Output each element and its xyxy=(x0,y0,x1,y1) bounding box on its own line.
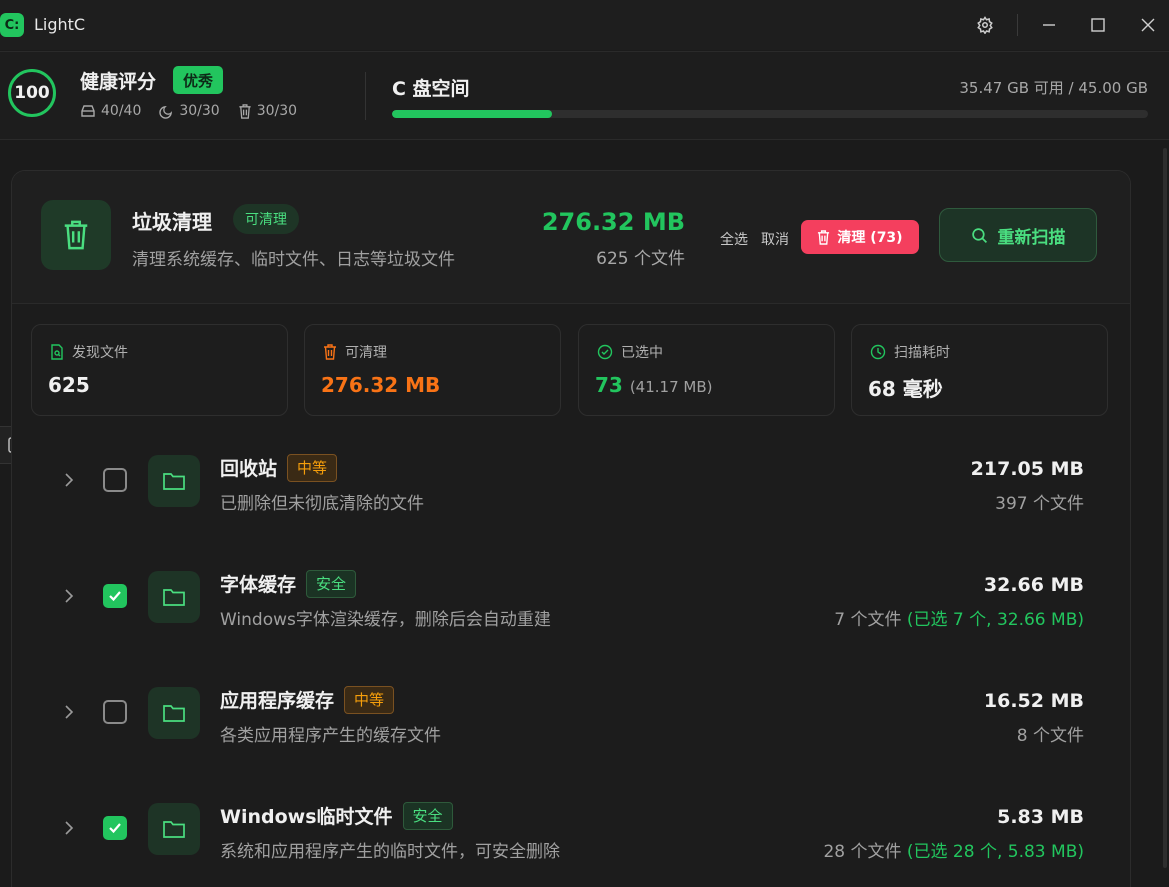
item-checkbox[interactable] xyxy=(103,468,127,492)
trash-icon xyxy=(324,344,336,360)
select-all-link[interactable]: 全选 xyxy=(720,229,748,249)
stat-cleanable-value: 276.32 MB xyxy=(321,373,441,397)
item-checkbox[interactable] xyxy=(103,700,127,724)
junk-clean-card: 垃圾清理 可清理 清理系统缓存、临时文件、日志等垃圾文件 276.32 MB 6… xyxy=(11,170,1131,887)
check-icon xyxy=(109,591,121,602)
item-title: Windows临时文件 安全 xyxy=(220,802,453,830)
clock-icon xyxy=(870,344,886,360)
item-size: 16.52 MB xyxy=(983,690,1084,712)
stat-selected-label: 已选中 xyxy=(621,345,663,361)
item-checkbox[interactable] xyxy=(103,816,127,840)
rescan-button-label: 重新扫描 xyxy=(997,227,1066,248)
item-desc: Windows字体渲染缓存，删除后会自动重建 xyxy=(220,610,551,630)
item-desc: 各类应用程序产生的缓存文件 xyxy=(220,726,441,746)
folder-icon xyxy=(148,571,200,623)
health-bar: 100 健康评分 优秀 40/40 30/30 30/30 C 盘空间 35.4… xyxy=(0,51,1169,140)
cancel-link[interactable]: 取消 xyxy=(761,229,789,249)
junk-trash-icon xyxy=(41,200,111,270)
expand-chevron-icon[interactable] xyxy=(59,586,79,606)
list-item-recycle-bin[interactable]: 回收站 中等 已删除但未彻底清除的文件 217.05 MB 397 个文件 xyxy=(12,436,1130,552)
search-icon xyxy=(971,227,987,243)
risk-badge: 安全 xyxy=(306,570,357,598)
drive-icon xyxy=(81,105,95,117)
item-title: 应用程序缓存 中等 xyxy=(220,686,395,714)
item-files: 397 个文件 xyxy=(995,494,1084,514)
settings-gear-icon[interactable] xyxy=(973,13,997,37)
health-separator xyxy=(365,72,366,120)
item-files: 8 个文件 xyxy=(1016,726,1084,746)
item-title: 字体缓存 安全 xyxy=(220,570,357,598)
junk-total-size: 276.32 MB xyxy=(541,208,685,236)
disk-usage-fill xyxy=(392,110,553,118)
risk-badge: 中等 xyxy=(287,454,338,482)
stat-cleanable-label: 可清理 xyxy=(345,345,387,361)
trash-icon xyxy=(239,103,251,119)
list-item-windows-temp[interactable]: Windows临时文件 安全 系统和应用程序产生的临时文件，可安全删除 5.83 … xyxy=(12,784,1130,887)
disk-usage-bar xyxy=(392,110,1148,118)
check-circle-icon xyxy=(597,344,613,360)
item-desc: 系统和应用程序产生的临时文件，可安全删除 xyxy=(220,842,560,862)
health-stat-trash: 30/30 xyxy=(238,103,297,119)
health-badge: 优秀 xyxy=(173,66,224,94)
stat-scan-time-value: 68 毫秒 xyxy=(868,377,943,401)
trash-icon xyxy=(818,229,830,245)
minimize-icon[interactable] xyxy=(1037,13,1061,37)
item-size: 217.05 MB xyxy=(970,458,1084,480)
item-title: 回收站 中等 xyxy=(220,454,338,482)
stat-selected: 已选中 73 (41.17 MB) xyxy=(578,324,835,416)
folder-icon xyxy=(148,803,200,855)
scrollbar[interactable] xyxy=(1163,148,1167,868)
risk-badge: 中等 xyxy=(344,686,395,714)
app-logo: C: xyxy=(0,13,24,37)
health-title: 健康评分 xyxy=(80,71,157,93)
stat-scan-time-label: 扫描耗时 xyxy=(894,345,950,361)
stat-found-files: 发现文件 625 xyxy=(31,324,288,416)
junk-clean-title: 垃圾清理 xyxy=(132,210,212,234)
item-files: 7 个文件 (已选 7 个, 32.66 MB) xyxy=(834,610,1084,630)
close-icon[interactable] xyxy=(1136,13,1160,37)
title-separator xyxy=(1017,14,1018,36)
health-stat-clock: 30/30 xyxy=(159,103,220,119)
clean-button[interactable]: 清理 (73) xyxy=(801,220,919,254)
stat-found-files-label: 发现文件 xyxy=(72,345,128,361)
clean-button-label: 清理 (73) xyxy=(837,230,903,246)
disk-info: 35.47 GB 可用 / 45.00 GB xyxy=(959,79,1148,97)
health-stats: 40/40 30/30 30/30 xyxy=(80,103,297,119)
title-bar: C: LightC xyxy=(0,0,1169,50)
health-stat-clock-value: 30/30 xyxy=(179,103,220,119)
junk-clean-badge: 可清理 xyxy=(233,204,299,234)
item-checkbox[interactable] xyxy=(103,584,127,608)
junk-total-files: 625 个文件 xyxy=(596,249,685,269)
health-score-ring: 100 xyxy=(8,69,56,117)
list-item-app-cache[interactable]: 应用程序缓存 中等 各类应用程序产生的缓存文件 16.52 MB 8 个文件 xyxy=(12,668,1130,784)
clock-icon xyxy=(159,105,173,119)
junk-clean-header: 垃圾清理 可清理 清理系统缓存、临时文件、日志等垃圾文件 276.32 MB 6… xyxy=(12,171,1130,304)
item-size: 5.83 MB xyxy=(997,806,1084,828)
stat-scan-time: 扫描耗时 68 毫秒 xyxy=(851,324,1108,416)
file-search-icon xyxy=(51,344,63,360)
check-icon xyxy=(109,823,121,834)
maximize-icon[interactable] xyxy=(1086,13,1110,37)
disk-title: C 盘空间 xyxy=(392,78,470,100)
expand-chevron-icon[interactable] xyxy=(59,470,79,490)
item-size: 32.66 MB xyxy=(983,574,1084,596)
expand-chevron-icon[interactable] xyxy=(59,702,79,722)
expand-chevron-icon[interactable] xyxy=(59,818,79,838)
health-stat-drive: 40/40 xyxy=(80,103,141,119)
junk-clean-desc: 清理系统缓存、临时文件、日志等垃圾文件 xyxy=(132,250,455,270)
risk-badge: 安全 xyxy=(402,802,453,830)
health-stat-drive-value: 40/40 xyxy=(101,103,142,119)
stat-cleanable: 可清理 276.32 MB xyxy=(304,324,561,416)
list-item-font-cache[interactable]: 字体缓存 安全 Windows字体渲染缓存，删除后会自动重建 32.66 MB 7… xyxy=(12,552,1130,668)
app-title: LightC xyxy=(34,15,86,34)
stat-found-files-value: 625 xyxy=(48,373,90,397)
stat-selected-value: 73 (41.17 MB) xyxy=(595,373,713,397)
item-desc: 已删除但未彻底清除的文件 xyxy=(220,494,424,514)
item-files: 28 个文件 (已选 28 个, 5.83 MB) xyxy=(823,842,1084,862)
health-stat-trash-value: 30/30 xyxy=(256,103,298,119)
folder-icon xyxy=(148,687,200,739)
folder-icon xyxy=(148,455,200,507)
rescan-button[interactable]: 重新扫描 xyxy=(939,208,1097,262)
